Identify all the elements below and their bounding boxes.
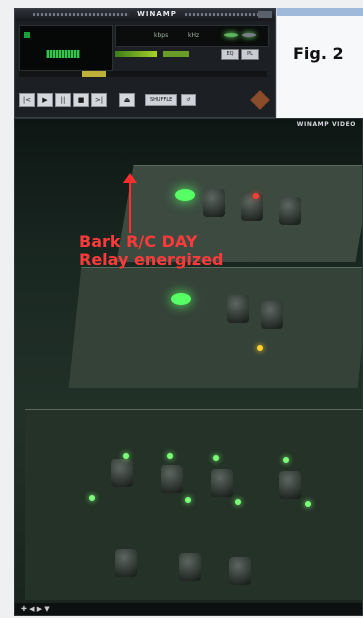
khz-label: kHz (188, 32, 200, 39)
repeat-button[interactable]: ↺ (181, 94, 196, 106)
shuffle-button[interactable]: SHUFFLE (145, 94, 178, 106)
stop-button[interactable]: ■ (73, 93, 89, 107)
spectrum-visualizer (46, 50, 80, 58)
video-controls-bar: ✚ ◀ ▶ ▼ (15, 603, 362, 615)
sliders-row: EQ PL (115, 49, 267, 61)
relay-knob (161, 465, 183, 493)
winamp-logo-icon[interactable] (250, 90, 270, 110)
relay-knob (241, 193, 263, 221)
volume-slider[interactable] (115, 51, 157, 57)
video-window-title: WINAMP VIDEO (296, 121, 356, 128)
status-led-green (305, 501, 311, 507)
next-button[interactable]: >| (91, 93, 107, 107)
stereo-indicator (242, 33, 256, 37)
background-window: Fig. 2 (276, 8, 363, 118)
transport-controls: |< ▶ || ■ >| ⏏ SHUFFLE ↺ (19, 93, 196, 107)
relay-knob (227, 295, 249, 323)
relay-knob (115, 549, 137, 577)
relay-knob (279, 471, 301, 499)
relay-knob (111, 459, 133, 487)
seek-thumb[interactable] (82, 71, 106, 77)
previous-button[interactable]: |< (19, 93, 35, 107)
relay-panel-middle (68, 267, 362, 388)
play-button[interactable]: ▶ (37, 93, 53, 107)
annotation-line-2: Relay energized (79, 250, 224, 269)
status-lamp-green (175, 189, 195, 201)
status-led-red (253, 193, 259, 199)
status-led-green (235, 499, 241, 505)
kbps-label: kbps (154, 32, 169, 39)
eq-button[interactable]: EQ (221, 49, 239, 60)
annotation-arrow (129, 179, 131, 233)
video-window: Bark R/C DAY Relay energized WINAMP VIDE… (14, 118, 363, 616)
status-lamp-green (171, 293, 191, 305)
song-info-panel: kbps kHz (115, 25, 269, 47)
eject-button[interactable]: ⏏ (119, 93, 135, 107)
pause-button[interactable]: || (55, 93, 71, 107)
video-control-icons[interactable]: ✚ ◀ ▶ ▼ (21, 605, 50, 613)
playlist-button[interactable]: PL (241, 49, 259, 60)
video-frame: Bark R/C DAY Relay energized (15, 119, 362, 615)
winamp-title: WINAMP (137, 10, 177, 18)
relay-knob (229, 557, 251, 585)
relay-knob (261, 301, 283, 329)
background-window-titlebar (277, 8, 363, 16)
status-led-green (283, 457, 289, 463)
title-bar[interactable]: WINAMP (15, 9, 275, 21)
title-stripe-left (33, 13, 129, 16)
relay-knob (203, 189, 225, 217)
status-led-green (123, 453, 129, 459)
relay-knob (211, 469, 233, 497)
seek-bar[interactable] (19, 71, 267, 77)
time-display (19, 25, 113, 71)
winamp-window: WINAMP kbps kHz EQ PL |< ▶ || ■ >| ⏏ SHU… (14, 8, 276, 118)
relay-knob (279, 197, 301, 225)
play-indicator (24, 32, 30, 38)
status-led-green (213, 455, 219, 461)
relay-knob (179, 553, 201, 581)
window-buttons[interactable] (258, 11, 272, 18)
status-led-green (89, 495, 95, 501)
balance-slider[interactable] (163, 51, 189, 57)
status-led-yellow (257, 345, 263, 351)
status-led-green (185, 497, 191, 503)
relay-annotation: Bark R/C DAY Relay energized (79, 233, 224, 269)
figure-label: Fig. 2 (293, 44, 344, 63)
annotation-line-1: Bark R/C DAY (79, 232, 198, 251)
title-stripe-right (185, 13, 265, 16)
mono-indicator (224, 33, 238, 37)
status-led-green (167, 453, 173, 459)
